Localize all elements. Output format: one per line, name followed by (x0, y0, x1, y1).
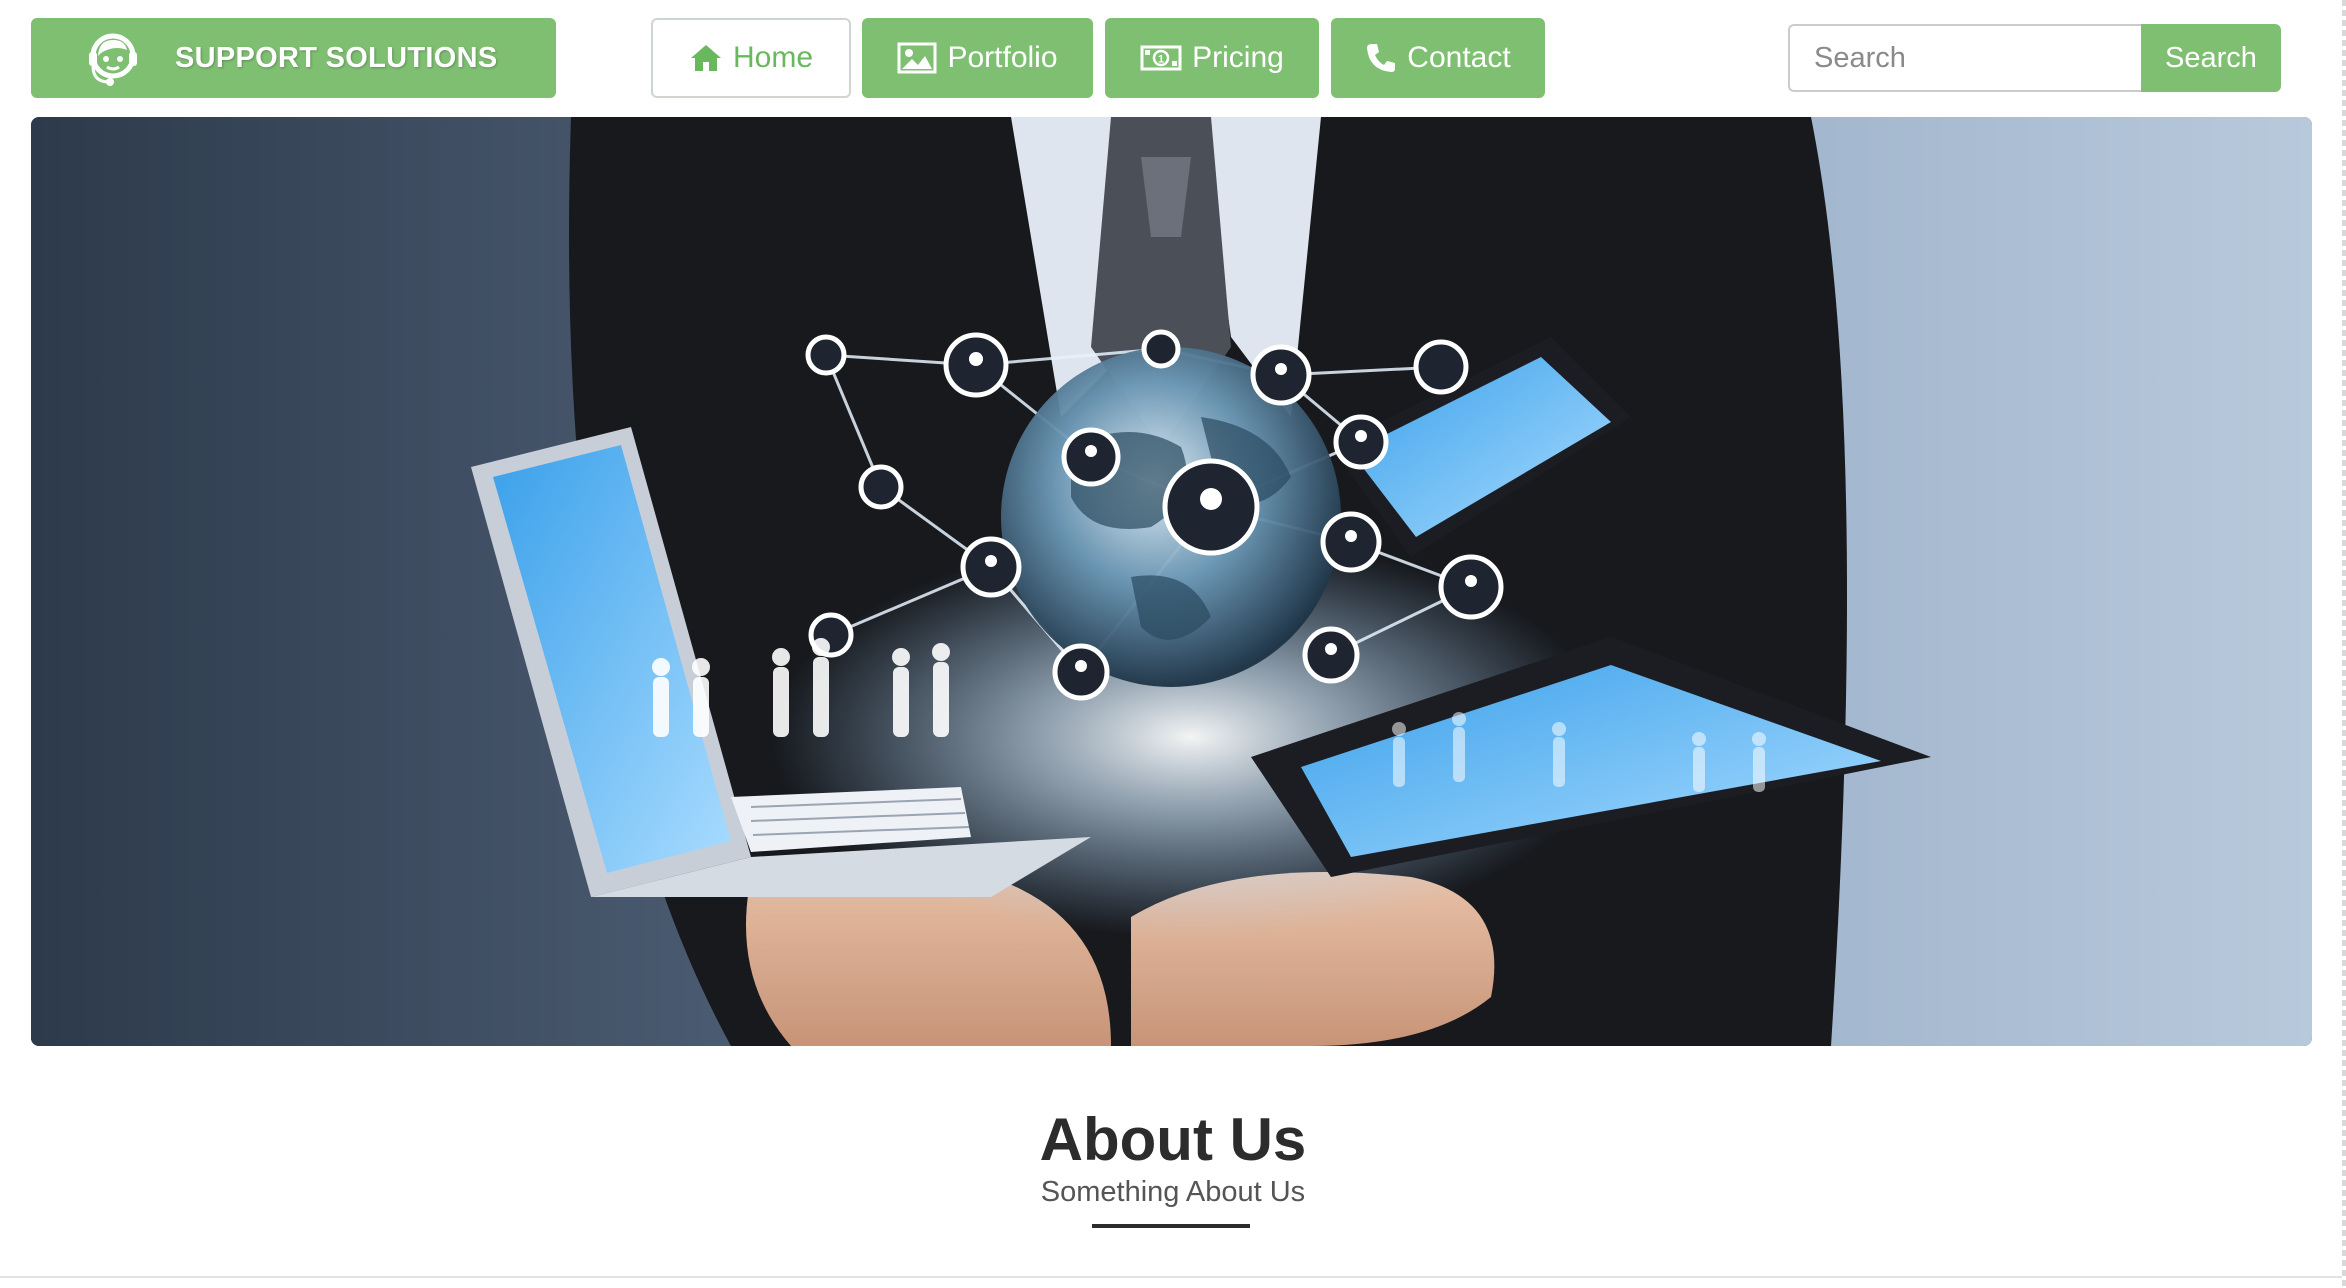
money-icon: 1 (1140, 45, 1182, 71)
home-icon (690, 45, 721, 71)
hero-image (31, 117, 2312, 1046)
nav-home-button[interactable]: Home (651, 18, 851, 98)
page: SUPPORT SOLUTIONS Home Portfolio 1 Prici… (0, 0, 2346, 1288)
about-divider (1092, 1224, 1250, 1228)
nav-home-label: Home (732, 41, 814, 74)
nav-pricing-label: Pricing (1192, 41, 1284, 74)
nav-portfolio-button[interactable]: Portfolio (862, 18, 1093, 98)
section-divider (0, 1276, 2346, 1278)
hero-illustration (31, 117, 2312, 1046)
brand-name: SUPPORT SOLUTIONS (175, 41, 498, 74)
svg-text:1: 1 (1158, 54, 1164, 66)
window-edge (2342, 0, 2346, 1288)
search-button-label: Search (2165, 41, 2257, 74)
nav-contact-button[interactable]: Contact (1331, 18, 1545, 98)
search-input[interactable] (1788, 24, 2142, 92)
about-title: About Us (1039, 1106, 1307, 1173)
phone-icon (1367, 44, 1396, 72)
about-subtitle: Something About Us (1040, 1176, 1306, 1208)
nav-portfolio-label: Portfolio (947, 41, 1058, 74)
search-button[interactable]: Search (2141, 24, 2281, 92)
nav-pricing-button[interactable]: 1 Pricing (1105, 18, 1319, 98)
support-agent-headset-icon (89, 33, 137, 86)
nav-contact-label: Contact (1407, 41, 1511, 74)
image-icon (897, 42, 937, 74)
brand-logo[interactable]: SUPPORT SOLUTIONS (31, 18, 556, 98)
